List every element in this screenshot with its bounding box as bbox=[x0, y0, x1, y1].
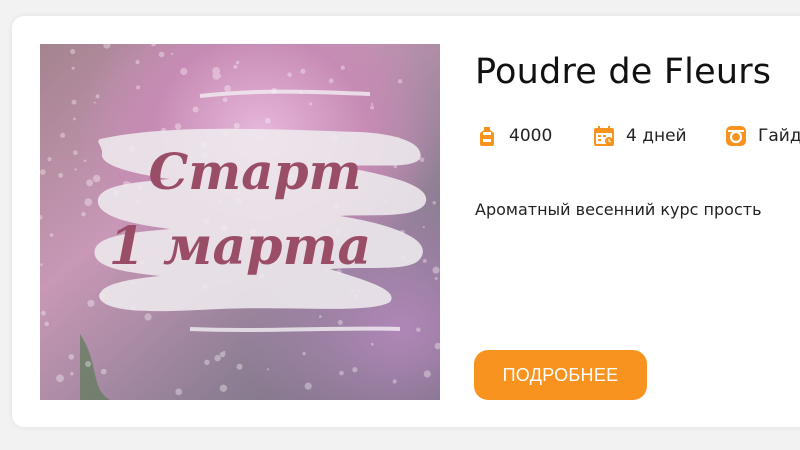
price-meta: 4000 bbox=[475, 122, 552, 150]
image-caption-line2: 1 марта bbox=[109, 216, 372, 277]
raindrop bbox=[352, 367, 358, 373]
raindrop bbox=[60, 132, 66, 138]
raindrop bbox=[70, 48, 76, 55]
calendar-icon bbox=[594, 126, 614, 146]
raindrop bbox=[84, 198, 93, 207]
price-tag-icon bbox=[480, 127, 494, 146]
raindrop bbox=[158, 51, 165, 58]
raindrop bbox=[81, 212, 86, 217]
raindrop bbox=[309, 102, 313, 106]
raindrop bbox=[300, 68, 306, 74]
raindrop bbox=[93, 101, 96, 104]
details-button[interactable]: ПОДРОБНЕЕ bbox=[474, 350, 647, 400]
raindrop bbox=[56, 374, 64, 383]
raindrop bbox=[328, 78, 334, 84]
raindrop bbox=[392, 379, 397, 384]
raindrop bbox=[41, 310, 46, 316]
raindrop bbox=[86, 179, 94, 187]
raindrop bbox=[266, 368, 270, 371]
raindrop bbox=[71, 99, 77, 105]
raindrop bbox=[135, 60, 140, 65]
raindrop bbox=[204, 359, 210, 365]
raindrop bbox=[419, 157, 425, 162]
raindrop bbox=[236, 363, 243, 370]
raindrop bbox=[74, 168, 77, 171]
raindrop bbox=[136, 85, 141, 90]
raindrop bbox=[224, 85, 232, 92]
raindrop bbox=[422, 226, 425, 229]
raindrop bbox=[397, 79, 403, 84]
raindrop bbox=[49, 233, 54, 237]
raindrop bbox=[416, 327, 421, 332]
raindrop bbox=[233, 64, 238, 69]
raindrop bbox=[100, 368, 107, 375]
raindrop bbox=[235, 60, 240, 65]
format-text: Гайд bbox=[758, 126, 800, 146]
raindrop bbox=[92, 174, 101, 183]
raindrop bbox=[222, 350, 226, 354]
raindrop bbox=[83, 159, 87, 163]
course-image-art: Старт 1 марта bbox=[40, 44, 440, 400]
raindrop bbox=[214, 354, 221, 362]
raindrop bbox=[370, 105, 375, 110]
raindrop bbox=[144, 313, 152, 321]
raindrop bbox=[423, 370, 431, 378]
raindrop bbox=[73, 117, 76, 121]
format-meta: Гайд bbox=[724, 122, 800, 150]
raindrop bbox=[434, 277, 438, 280]
raindrop bbox=[40, 263, 43, 266]
course-image[interactable]: Старт 1 марта bbox=[40, 44, 440, 400]
price-text: 4000 bbox=[509, 126, 553, 146]
raindrop bbox=[95, 94, 100, 99]
raindrop bbox=[304, 382, 312, 390]
raindrop bbox=[212, 67, 221, 75]
raindrop bbox=[58, 173, 64, 178]
raindrop bbox=[85, 361, 92, 367]
raindrop bbox=[40, 169, 46, 175]
raindrop bbox=[174, 123, 182, 130]
raindrop bbox=[47, 157, 52, 162]
raindrop bbox=[68, 354, 75, 360]
raindrop bbox=[180, 67, 188, 76]
raindrop bbox=[340, 65, 345, 70]
raindrop bbox=[70, 372, 74, 376]
raindrop bbox=[222, 97, 228, 103]
course-title[interactable]: Poudre de Fleurs bbox=[475, 52, 771, 92]
image-caption-line1: Старт bbox=[149, 142, 362, 201]
raindrop bbox=[171, 52, 174, 55]
raindrop bbox=[233, 122, 240, 129]
course-description: Ароматный весенний курс прость bbox=[475, 200, 762, 219]
raindrop bbox=[219, 384, 228, 392]
raindrop bbox=[371, 102, 374, 106]
raindrop bbox=[339, 370, 344, 376]
raindrop bbox=[44, 321, 49, 327]
raindrop bbox=[71, 66, 75, 70]
raindrop bbox=[287, 72, 292, 77]
raindrop bbox=[370, 342, 374, 346]
raindrop bbox=[432, 201, 436, 205]
raindrop bbox=[422, 258, 427, 263]
raindrop bbox=[192, 106, 199, 113]
raindrop bbox=[319, 315, 322, 318]
raindrop bbox=[337, 320, 343, 325]
instagram-icon bbox=[726, 126, 746, 146]
raindrop bbox=[87, 299, 95, 307]
raindrop bbox=[432, 266, 440, 274]
raindrop bbox=[302, 351, 306, 356]
duration-meta: 4 дней bbox=[592, 122, 687, 150]
duration-text: 4 дней bbox=[626, 126, 687, 146]
raindrop bbox=[73, 150, 78, 155]
raindrop bbox=[265, 117, 271, 124]
raindrop bbox=[175, 388, 183, 396]
